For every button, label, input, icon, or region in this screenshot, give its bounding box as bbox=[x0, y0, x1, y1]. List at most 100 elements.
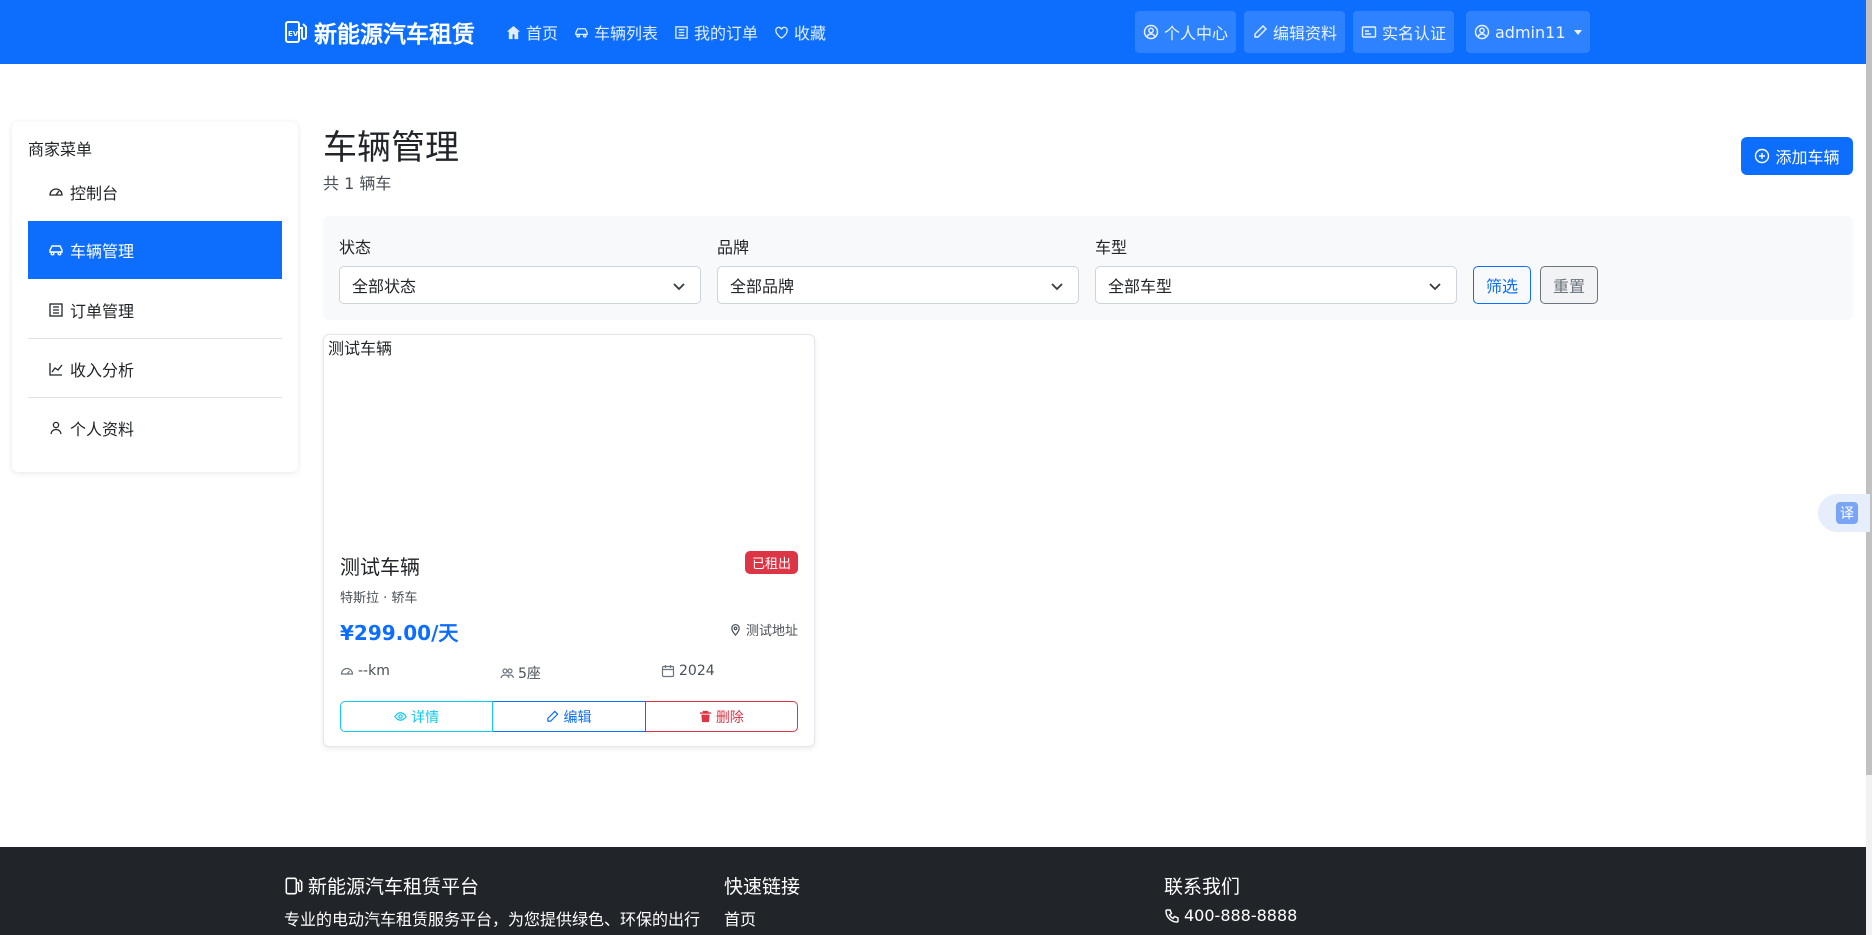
sidebar-divider bbox=[28, 338, 282, 339]
people-icon bbox=[500, 668, 514, 679]
sidebar-item-label: 控制台 bbox=[70, 184, 119, 203]
status-filter-label: 状态 bbox=[339, 238, 372, 257]
nav-link-label: 车辆列表 bbox=[594, 24, 659, 43]
type-select-value: 全部车型 bbox=[1108, 277, 1173, 296]
footer-phone-text: 400-888-8888 bbox=[1184, 906, 1298, 925]
nav-link-favorites[interactable]: 收藏 bbox=[774, 20, 826, 44]
footer-about-text: 专业的电动汽车租赁服务平台，为您提供绿色、环保的出行 bbox=[284, 910, 701, 929]
status-badge: 已租出 bbox=[744, 551, 798, 574]
brand-select[interactable]: 全部品牌 bbox=[717, 266, 1079, 304]
filter-button[interactable]: 筛选 bbox=[1473, 266, 1531, 304]
sidebar-item-label: 车辆管理 bbox=[70, 242, 135, 261]
sidebar-item-label: 个人资料 bbox=[70, 420, 135, 439]
sidebar-item-dashboard[interactable]: 控制台 bbox=[28, 163, 282, 221]
brand-select-value: 全部品牌 bbox=[730, 277, 795, 296]
nav-right-label: 实名认证 bbox=[1382, 24, 1447, 43]
user-circle-icon bbox=[1474, 24, 1490, 40]
nav-user-center-button[interactable]: 个人中心 bbox=[1135, 11, 1237, 53]
nav-link-label: 收藏 bbox=[794, 24, 827, 43]
graph-icon bbox=[49, 363, 63, 376]
speedometer-icon bbox=[49, 188, 63, 196]
chevron-down-icon bbox=[1051, 283, 1063, 291]
vehicle-mileage-text: --km bbox=[358, 663, 390, 679]
status-select-value: 全部状态 bbox=[352, 277, 417, 296]
detail-button[interactable]: 详情 bbox=[340, 701, 494, 732]
vehicle-year-text: 2024 bbox=[679, 663, 715, 679]
add-vehicle-label: 添加车辆 bbox=[1775, 148, 1840, 167]
vehicle-location: 测试地址 bbox=[729, 620, 798, 639]
page-title: 车辆管理 bbox=[323, 128, 459, 168]
footer-phone[interactable]: 400-888-8888 bbox=[1164, 906, 1297, 925]
page-footer: 新能源汽车租赁平台 专业的电动汽车租赁服务平台，为您提供绿色、环保的出行 快速链… bbox=[0, 847, 1866, 935]
translate-widget[interactable]: 译 bbox=[1818, 494, 1870, 532]
vehicle-location-text: 测试地址 bbox=[745, 624, 798, 639]
translate-icon: 译 bbox=[1836, 502, 1858, 524]
vehicle-brand-type: 特斯拉 · 轿车 bbox=[340, 591, 418, 606]
footer-links-title: 快速链接 bbox=[724, 876, 801, 898]
sidebar-item-label: 订单管理 bbox=[70, 302, 135, 321]
speedometer-icon bbox=[340, 667, 354, 675]
car-icon bbox=[49, 245, 63, 256]
vehicle-seats: 5座 bbox=[500, 663, 541, 683]
footer-about-title: 新能源汽车租赁平台 bbox=[284, 872, 479, 899]
vehicle-count: 共 1 辆车 bbox=[323, 174, 392, 193]
pencil-icon bbox=[1254, 25, 1267, 38]
trash-icon bbox=[699, 710, 711, 723]
plus-circle-icon bbox=[1755, 148, 1770, 164]
status-select[interactable]: 全部状态 bbox=[339, 266, 701, 304]
nav-link-vehicles[interactable]: 车辆列表 bbox=[574, 20, 658, 44]
sidebar-item-order-management[interactable]: 订单管理 bbox=[28, 281, 282, 339]
vehicle-year: 2024 bbox=[661, 663, 715, 679]
add-vehicle-button[interactable]: 添加车辆 bbox=[1741, 137, 1853, 175]
page-scrollbar[interactable] bbox=[1866, 0, 1872, 935]
delete-label: 删除 bbox=[715, 709, 744, 726]
calendar-icon bbox=[661, 665, 675, 678]
nav-link-orders[interactable]: 我的订单 bbox=[674, 20, 758, 44]
filter-panel: 状态 全部状态 品牌 全部品牌 车型 全部车型 筛选 重置 bbox=[323, 216, 1853, 320]
person-icon bbox=[50, 421, 62, 435]
nav-right-label: 个人中心 bbox=[1164, 24, 1229, 43]
heart-icon bbox=[775, 26, 788, 39]
caret-down-icon bbox=[1573, 29, 1582, 35]
sidebar-item-profile[interactable]: 个人资料 bbox=[28, 399, 282, 457]
pencil-icon bbox=[547, 710, 559, 722]
vehicle-card: 测试车辆 测试车辆 已租出 特斯拉 · 轿车 ¥299.00/天 测试地址 --… bbox=[323, 334, 815, 747]
phone-icon bbox=[1165, 908, 1179, 923]
vehicle-name: 测试车辆 bbox=[340, 555, 420, 579]
brand-logo[interactable]: EV 新能源汽车租赁 bbox=[284, 16, 475, 48]
user-circle-icon bbox=[1143, 24, 1159, 40]
edit-label: 编辑 bbox=[563, 709, 592, 726]
list-icon bbox=[49, 303, 63, 317]
sidebar-item-label: 收入分析 bbox=[70, 361, 135, 380]
delete-button[interactable]: 删除 bbox=[645, 701, 798, 732]
type-select[interactable]: 全部车型 bbox=[1095, 266, 1457, 304]
home-icon bbox=[506, 25, 521, 39]
sidebar-item-vehicle-management[interactable]: 车辆管理 bbox=[28, 221, 282, 279]
vehicle-price: ¥299.00/天 bbox=[340, 621, 459, 645]
vehicle-actions: 详情 编辑 删除 bbox=[340, 701, 798, 732]
ev-station-icon bbox=[285, 877, 303, 894]
nav-right-label: 编辑资料 bbox=[1273, 24, 1338, 43]
vehicle-image-alt: 测试车辆 bbox=[328, 339, 393, 358]
footer-link-home[interactable]: 首页 bbox=[724, 906, 756, 930]
reset-button[interactable]: 重置 bbox=[1540, 266, 1598, 304]
nav-link-label: 我的订单 bbox=[694, 24, 759, 43]
brand-filter-label: 品牌 bbox=[717, 238, 750, 257]
edit-button[interactable]: 编辑 bbox=[493, 701, 646, 732]
scrollbar-thumb[interactable] bbox=[1866, 0, 1872, 775]
nav-link-home[interactable]: 首页 bbox=[506, 20, 558, 44]
list-icon bbox=[675, 25, 688, 39]
sidebar-item-income-analysis[interactable]: 收入分析 bbox=[28, 340, 282, 398]
nav-verification-button[interactable]: 实名认证 bbox=[1353, 11, 1455, 53]
svg-text:EV: EV bbox=[288, 30, 299, 38]
type-filter-label: 车型 bbox=[1095, 238, 1128, 257]
footer-about-title-text: 新能源汽车租赁平台 bbox=[308, 876, 480, 898]
nav-link-label: 首页 bbox=[526, 24, 559, 43]
vehicle-seats-text: 5座 bbox=[518, 666, 541, 682]
eye-icon bbox=[394, 712, 407, 721]
nav-edit-profile-button[interactable]: 编辑资料 bbox=[1244, 11, 1346, 53]
nav-user-dropdown[interactable]: admin11 bbox=[1466, 11, 1590, 53]
top-navbar: EV 新能源汽车租赁 首页 车辆列表 我的订单 收藏 个人中心 编辑资料 实名认… bbox=[0, 0, 1866, 64]
car-icon bbox=[575, 27, 588, 38]
vehicle-mileage: --km bbox=[340, 663, 390, 679]
